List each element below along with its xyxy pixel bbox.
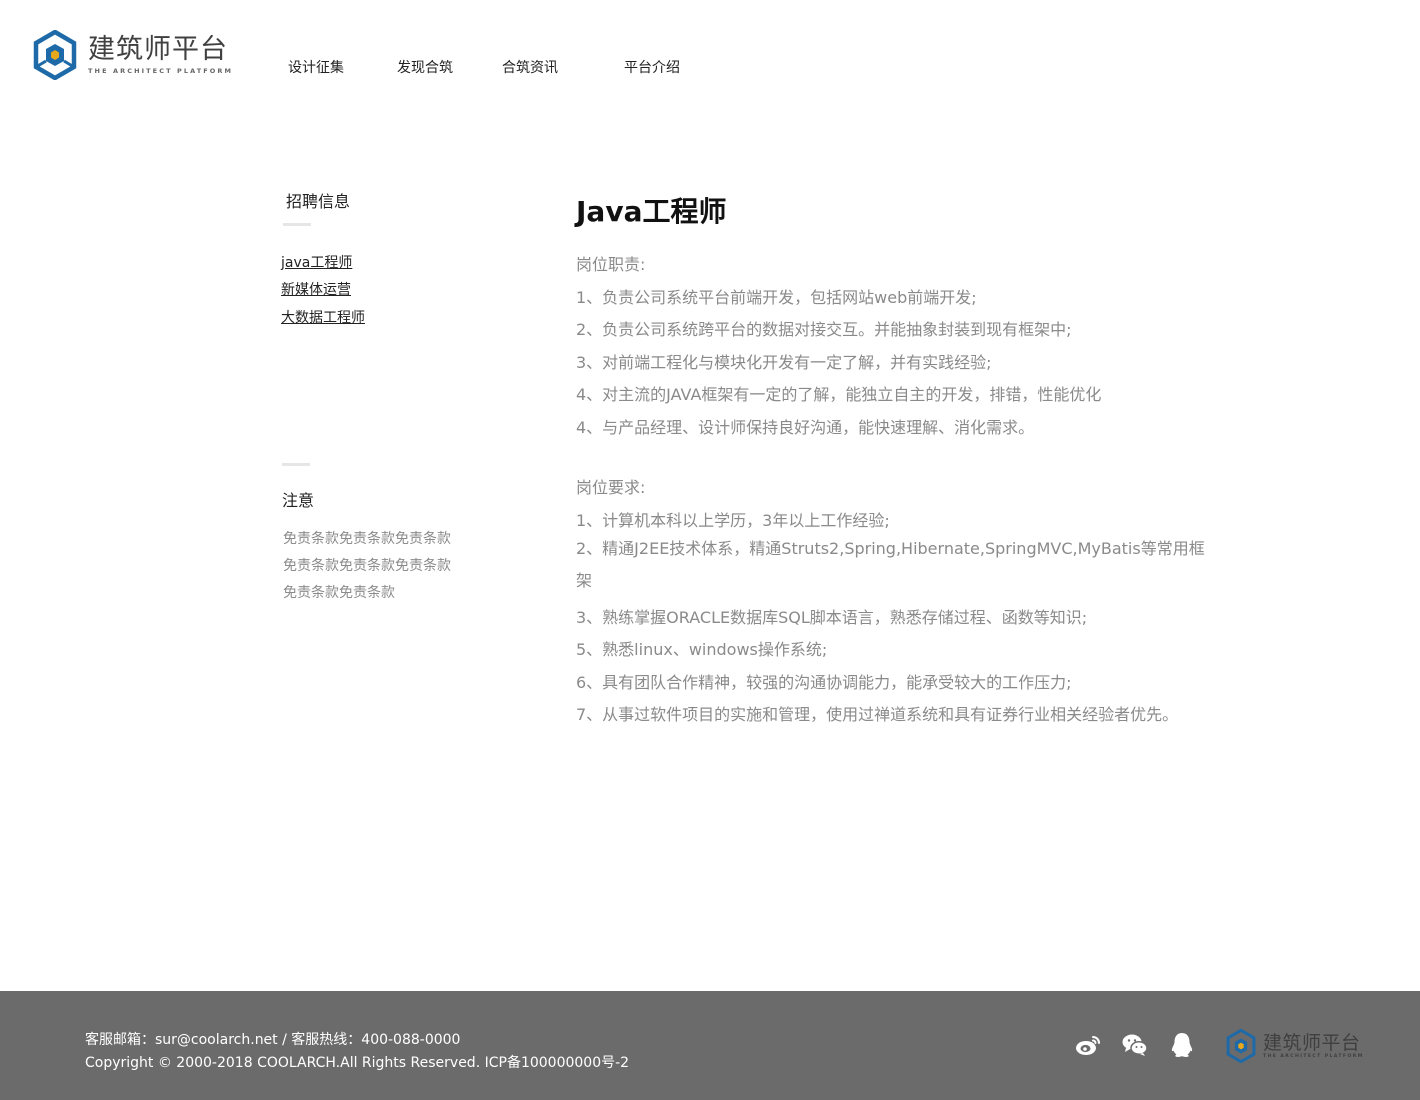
footer-copyright: Copyright © 2000-2018 COOLARCH.All Right…	[85, 1055, 630, 1071]
notice-divider	[282, 463, 310, 466]
sidebar-link-new-media[interactable]: 新媒体运营	[281, 279, 351, 299]
duty-item: 2、负责公司系统跨平台的数据对接交互。并能抽象封装到现有框架中;	[576, 320, 1072, 339]
footer-logo-title: 建筑师平台	[1263, 1032, 1361, 1054]
requirement-item: 7、从事过软件项目的实施和管理，使用过禅道系统和具有证券行业相关经验者优先。	[576, 705, 1179, 724]
duty-item: 3、对前端工程化与模块化开发有一定了解，并有实践经验;	[576, 353, 992, 372]
wechat-icon[interactable]	[1121, 1031, 1149, 1059]
weibo-icon[interactable]	[1074, 1031, 1102, 1059]
sidebar-divider	[283, 223, 311, 226]
requirement-item: 3、熟练掌握ORACLE数据库SQL脚本语言，熟悉存储过程、函数等知识;	[576, 608, 1088, 627]
nav-item-discover[interactable]: 发现合筑	[397, 57, 453, 77]
duties-heading: 岗位职责:	[576, 255, 646, 274]
footer: 客服邮箱：sur@coolarch.net / 客服热线：400-088-000…	[0, 991, 1420, 1100]
nav-item-design-collection[interactable]: 设计征集	[288, 57, 344, 77]
nav-item-news[interactable]: 合筑资讯	[502, 57, 558, 77]
footer-logo-subtitle: THE ARCHITECT PLATFORM	[1263, 1054, 1364, 1059]
duty-item: 4、与产品经理、设计师保持良好沟通，能快速理解、消化需求。	[576, 418, 1035, 437]
logo-title: 建筑师平台	[88, 34, 228, 65]
requirement-item: 6、具有团队合作精神，较强的沟通协调能力，能承受较大的工作压力;	[576, 673, 1072, 692]
logo-cube-icon	[33, 30, 77, 80]
job-title: Java工程师	[576, 195, 727, 228]
site-logo[interactable]: 建筑师平台 THE ARCHITECT PLATFORM	[30, 30, 233, 80]
sidebar-link-big-data[interactable]: 大数据工程师	[281, 307, 365, 327]
footer-logo[interactable]: 建筑师平台 THE ARCHITECT PLATFORM	[1224, 1029, 1364, 1063]
notice-text: 免责条款免责条款免责条款	[283, 558, 451, 574]
requirement-item: 5、熟悉linux、windows操作系统;	[576, 640, 828, 659]
duty-item: 1、负责公司系统平台前端开发，包括网站web前端开发;	[576, 288, 977, 307]
requirements-heading: 岗位要求:	[576, 478, 646, 497]
sidebar-title: 招聘信息	[286, 192, 351, 211]
footer-contact: 客服邮箱：sur@coolarch.net / 客服热线：400-088-000…	[85, 1032, 461, 1048]
sidebar-link-java-engineer[interactable]: java工程师	[281, 252, 352, 272]
requirement-item: 2、精通J2EE技术体系，精通Struts2,Spring,Hibernate,…	[576, 539, 1205, 590]
notice-title: 注意	[282, 491, 315, 510]
qq-icon[interactable]	[1168, 1031, 1196, 1059]
logo-subtitle: THE ARCHITECT PLATFORM	[88, 67, 234, 75]
logo-cube-icon	[1226, 1029, 1256, 1063]
nav-item-about[interactable]: 平台介绍	[624, 57, 680, 77]
notice-text: 免责条款免责条款免责条款	[283, 531, 451, 547]
requirement-item: 1、计算机本科以上学历，3年以上工作经验;	[576, 511, 890, 530]
notice-text: 免责条款免责条款	[283, 585, 395, 601]
duty-item: 4、对主流的JAVA框架有一定的了解，能独立自主的开发，排错，性能优化	[576, 385, 1102, 404]
